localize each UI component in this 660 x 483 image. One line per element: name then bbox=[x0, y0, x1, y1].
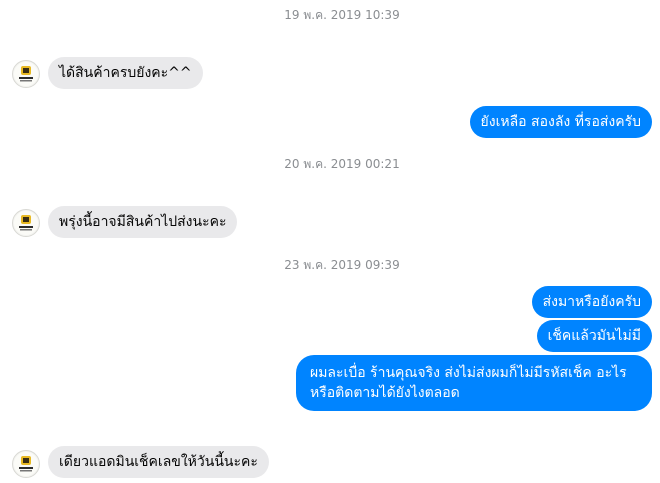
outgoing-message-bubble[interactable]: ผมละเบื่อ ร้านคุณจริง ส่งไม่ส่งผมก็ไม่มี… bbox=[296, 355, 652, 411]
outgoing-message-bubble[interactable]: ส่งมาหรือยังครับ bbox=[531, 286, 652, 318]
incoming-message-bubble[interactable]: ได้สินค้าครบยังคะ^^ bbox=[48, 57, 203, 89]
outgoing-message-bubble[interactable]: ยังเหลือ สองลัง ที่รอส่งครับ bbox=[469, 106, 652, 138]
incoming-message-bubble[interactable]: เดียวแอดมินเช็คเลขให้วันนี้นะคะ bbox=[48, 446, 269, 478]
timestamp: 23 พ.ค. 2019 09:39 bbox=[284, 258, 400, 272]
outgoing-message-bubble[interactable]: เช็คแล้วมันไม่มี bbox=[536, 320, 652, 352]
shop-avatar-icon[interactable] bbox=[12, 60, 40, 88]
shop-avatar-icon[interactable] bbox=[12, 209, 40, 237]
timestamp: 19 พ.ค. 2019 10:39 bbox=[284, 8, 400, 22]
timestamp: 20 พ.ค. 2019 00:21 bbox=[284, 157, 400, 171]
incoming-message-bubble[interactable]: พรุ่งนี้อาจมีสินค้าไปส่งนะคะ bbox=[48, 206, 238, 238]
shop-avatar-icon[interactable] bbox=[12, 450, 40, 478]
